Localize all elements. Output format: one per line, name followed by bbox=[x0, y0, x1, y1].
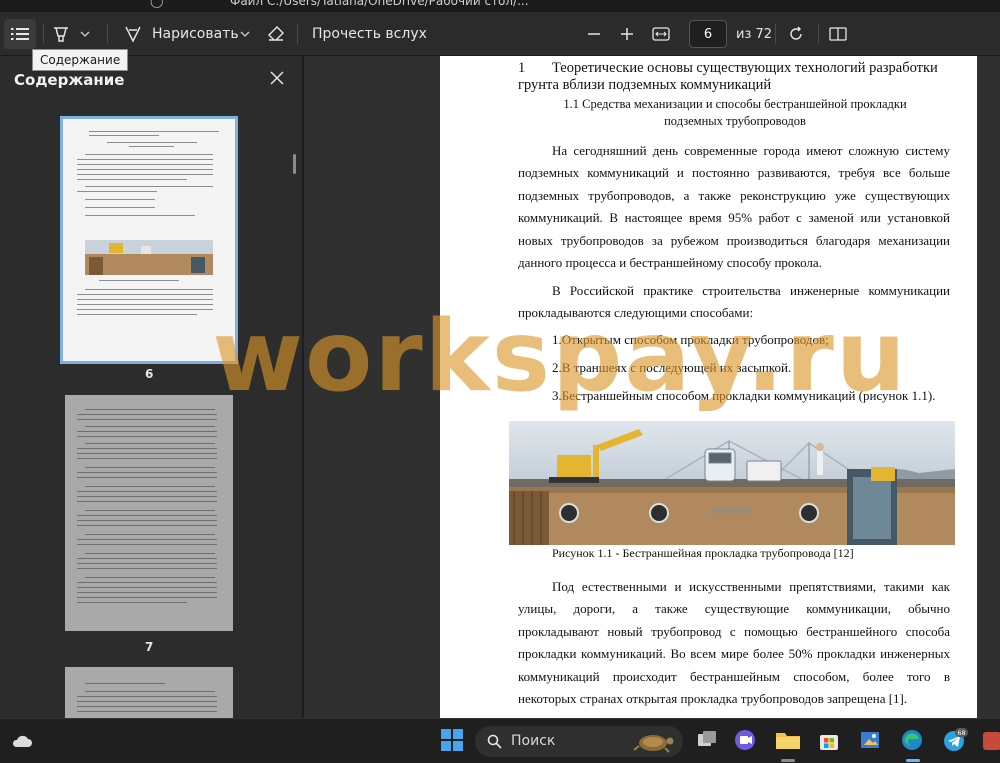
figure-caption: Рисунок 1.1 - Бестраншейная прокладка тр… bbox=[552, 546, 854, 560]
current-page: 6 bbox=[703, 26, 713, 42]
highlighter-icon bbox=[54, 27, 68, 42]
fit-width-icon bbox=[652, 27, 670, 41]
bus bbox=[704, 448, 736, 482]
search-label: Поиск bbox=[511, 733, 556, 749]
panel-scrollbar[interactable] bbox=[293, 154, 296, 174]
toolbar-separator bbox=[43, 24, 44, 44]
taskbar: Поиск 68 bbox=[0, 718, 1000, 763]
file-explorer-button[interactable] bbox=[775, 728, 801, 754]
folder-icon bbox=[776, 733, 800, 749]
chevron-down-icon bbox=[240, 31, 250, 37]
thumbnail-illustration bbox=[85, 240, 213, 275]
app-icon bbox=[983, 732, 1000, 750]
read-aloud-button[interactable]: Прочесть вслух bbox=[312, 12, 427, 56]
search-icon bbox=[487, 734, 502, 749]
store-icon bbox=[820, 735, 838, 750]
toolbar-separator bbox=[775, 24, 776, 44]
photos-button[interactable] bbox=[858, 728, 884, 754]
chevron-down-icon bbox=[80, 31, 90, 37]
taskbar-search[interactable]: Поиск bbox=[475, 726, 683, 757]
eraser-icon bbox=[268, 26, 284, 41]
list-item: 1.Открытым способом прокладки трубопрово… bbox=[552, 332, 829, 347]
thumbnail-page-number: 6 bbox=[145, 367, 154, 381]
subheading-line-2: подземных трубопроводов bbox=[664, 114, 806, 128]
chapter-heading: 1 Теоретические основы существующих техн… bbox=[518, 60, 958, 94]
edge-browser-button[interactable] bbox=[900, 728, 926, 754]
minus-icon bbox=[588, 33, 600, 35]
page-view-button[interactable] bbox=[829, 12, 847, 56]
subheading-line-1: 1.1 Средства механизации и способы бестр… bbox=[563, 97, 907, 111]
paragraph-3: Под естественными и искусственными препя… bbox=[518, 579, 950, 707]
pdf-toolbar: Нарисовать Прочесть вслух 6 из 72 bbox=[0, 12, 1000, 56]
browser-logo-icon: ◯ bbox=[150, 0, 164, 8]
zoom-out-button[interactable] bbox=[587, 12, 601, 56]
turtle-illustration-icon bbox=[633, 735, 674, 753]
paragraph-1: На сегодняшний день современные города и… bbox=[518, 143, 950, 271]
tooltip-text: Содержание bbox=[40, 53, 121, 67]
thumbnail-page-6[interactable] bbox=[60, 116, 238, 364]
cloud-icon bbox=[12, 735, 33, 747]
pdf-page: 1 Теоретические основы существующих техн… bbox=[440, 56, 977, 718]
draw-dropdown[interactable] bbox=[240, 12, 250, 56]
windows-icon bbox=[441, 729, 463, 751]
draw-button[interactable]: Нарисовать bbox=[124, 12, 239, 56]
toolbar-separator bbox=[297, 24, 298, 44]
section-heading: 1.1 Средства механизации и способы бестр… bbox=[540, 96, 930, 130]
title-bar: ◯ Файл C:/Users/Tatiana/OneDrive/Рабочий… bbox=[0, 0, 1000, 12]
heading-number: 1 bbox=[518, 60, 526, 76]
start-button[interactable] bbox=[440, 728, 466, 754]
paragraph-2: В Российской практике строительства инже… bbox=[518, 283, 950, 321]
pen-icon bbox=[125, 26, 141, 43]
heading-line-1: Теоретические основы существующих технол… bbox=[552, 60, 938, 76]
erase-button[interactable] bbox=[267, 12, 285, 56]
list-item: 2.В траншеях с последующей их засыпкой. bbox=[552, 360, 792, 375]
heading-line-2: грунта вблизи подземных коммуникаций bbox=[518, 77, 772, 93]
total-pages-label: из 72 bbox=[736, 26, 773, 42]
active-indicator bbox=[906, 759, 920, 762]
list-icon bbox=[11, 28, 29, 40]
rotate-button[interactable] bbox=[787, 12, 805, 56]
edge-icon bbox=[902, 730, 922, 750]
toolbar-separator bbox=[107, 24, 108, 44]
contents-panel: Содержание 6 7 bbox=[0, 56, 303, 718]
telegram-button[interactable]: 68 bbox=[942, 728, 968, 754]
thumbnail-page-7[interactable] bbox=[65, 395, 233, 631]
panel-title: Содержание bbox=[14, 71, 125, 89]
contents-tooltip: Содержание bbox=[32, 49, 129, 71]
contents-button[interactable] bbox=[4, 19, 36, 49]
thumbnail-page-8[interactable] bbox=[65, 667, 233, 718]
rotate-icon bbox=[790, 26, 802, 40]
zoom-in-button[interactable] bbox=[620, 12, 634, 56]
draw-label: Нарисовать bbox=[152, 26, 239, 42]
fit-page-button[interactable] bbox=[652, 12, 670, 56]
running-indicator bbox=[781, 759, 795, 762]
truck bbox=[746, 460, 782, 482]
toolbar-separator bbox=[818, 24, 819, 44]
task-view-icon bbox=[698, 731, 716, 746]
document-viewport[interactable]: 1 Теоретические основы существующих техн… bbox=[304, 56, 1000, 718]
close-panel-button[interactable] bbox=[268, 69, 286, 87]
file-path: Файл C:/Users/Tatiana/OneDrive/Рабочий с… bbox=[230, 0, 529, 8]
close-icon bbox=[270, 71, 284, 85]
trenchless-pipeline-illustration bbox=[509, 421, 955, 545]
read-aloud-label: Прочесть вслух bbox=[312, 26, 427, 42]
photos-icon bbox=[861, 732, 879, 748]
two-page-icon bbox=[829, 27, 847, 41]
chat-icon bbox=[735, 730, 755, 750]
list-item: 3.Бестраншейным способом прокладки комму… bbox=[552, 388, 936, 403]
store-button[interactable] bbox=[817, 728, 843, 754]
task-view-button[interactable] bbox=[695, 728, 721, 754]
chat-app-button[interactable] bbox=[733, 728, 759, 754]
plus-icon bbox=[621, 28, 633, 40]
thumbnail-page-number: 7 bbox=[145, 640, 154, 654]
telegram-icon: 68 bbox=[944, 728, 968, 751]
notification-badge: 68 bbox=[957, 729, 965, 737]
app-button[interactable] bbox=[981, 728, 1000, 754]
weather-button[interactable] bbox=[9, 728, 35, 754]
page-number-input[interactable]: 6 bbox=[689, 20, 727, 48]
total-pages: из 72 bbox=[736, 12, 772, 56]
